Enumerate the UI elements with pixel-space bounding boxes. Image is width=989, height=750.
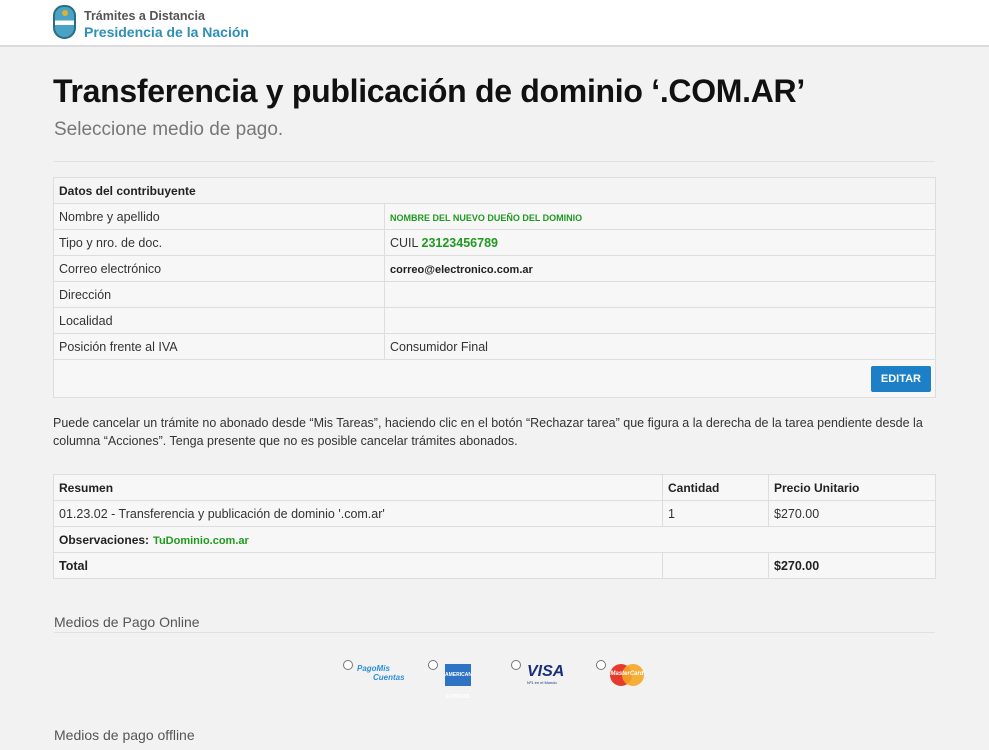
contribuyente-heading: Datos del contribuyente xyxy=(53,177,936,204)
table-row: Correo electrónico correo@electronico.co… xyxy=(53,255,936,282)
row-label: Dirección xyxy=(53,281,385,308)
row-label: Correo electrónico xyxy=(53,255,385,282)
col-header-precio: Precio Unitario xyxy=(768,474,936,501)
observaciones-value: TuDominio.com.ar xyxy=(153,534,249,547)
visa-logo[interactable]: VISA Nº1 en el Mundo xyxy=(527,664,564,686)
direccion-value xyxy=(384,281,936,308)
page-title: Transferencia y publicación de dominio ‘… xyxy=(53,73,805,109)
item-quantity: 1 xyxy=(662,500,769,527)
table-row: Posición frente al IVA Consumidor Final xyxy=(53,333,936,360)
table-row: Dirección xyxy=(53,281,936,308)
localidad-value xyxy=(384,307,936,334)
amex-radio[interactable] xyxy=(428,660,438,670)
divider xyxy=(54,161,935,162)
top-bar: Trámites a Distancia Presidencia de la N… xyxy=(0,0,989,47)
doc-type: CUIL xyxy=(390,235,419,250)
table-row: Tipo y nro. de doc. CUIL 23123456789 xyxy=(53,229,936,256)
col-header-resumen: Resumen xyxy=(53,474,663,501)
brand-line-1: Trámites a Distancia xyxy=(84,9,205,23)
row-value: correo@electronico.com.ar xyxy=(384,255,936,282)
email-value: correo@electronico.com.ar xyxy=(390,263,533,276)
table-row: Localidad xyxy=(53,307,936,334)
doc-number: 23123456789 xyxy=(421,235,498,250)
row-label: Posición frente al IVA xyxy=(53,333,385,360)
contribuyente-table: Datos del contribuyente Nombre y apellid… xyxy=(53,177,936,398)
brand-line-2[interactable]: Presidencia de la Nación xyxy=(84,24,249,40)
row-label: Nombre y apellido xyxy=(53,203,385,230)
visa-radio[interactable] xyxy=(511,660,521,670)
mastercard-logo[interactable]: MasterCard xyxy=(610,664,644,686)
item-description: 01.23.02 - Transferencia y publicación d… xyxy=(53,500,663,527)
row-value: CUIL 23123456789 xyxy=(384,229,936,256)
resumen-table: Resumen Cantidad Precio Unitario 01.23.0… xyxy=(53,474,936,579)
col-header-cantidad: Cantidad xyxy=(662,474,769,501)
payment-option-mastercard[interactable]: MasterCard xyxy=(596,660,644,690)
table-row: 01.23.02 - Transferencia y publicación d… xyxy=(53,500,936,527)
table-row: Total $270.00 xyxy=(53,552,936,579)
edit-button[interactable]: EDITAR xyxy=(870,365,931,392)
row-label: Tipo y nro. de doc. xyxy=(53,229,385,256)
iva-value: Consumidor Final xyxy=(384,333,936,360)
page-subtitle: Seleccione medio de pago. xyxy=(54,119,284,140)
offline-payment-label: Medios de pago offline xyxy=(54,727,195,743)
total-value: $270.00 xyxy=(768,552,936,579)
mastercard-radio[interactable] xyxy=(596,660,606,670)
amex-logo[interactable]: AMERICAN EXPRESS xyxy=(445,664,472,700)
observaciones-label: Observaciones: xyxy=(59,532,150,547)
online-payment-label: Medios de Pago Online xyxy=(54,614,200,630)
row-label: Localidad xyxy=(53,307,385,334)
table-row: Nombre y apellido NOMBRE DEL NUEVO DUEÑO… xyxy=(53,203,936,230)
table-row: Observaciones: TuDominio.com.ar xyxy=(53,526,936,553)
cancel-note: Puede cancelar un trámite no abonado des… xyxy=(53,416,923,448)
national-seal-icon xyxy=(53,5,76,39)
divider xyxy=(54,632,935,633)
total-label: Total xyxy=(53,552,663,579)
nombre-value: NOMBRE DEL NUEVO DUEÑO DEL DOMINIO xyxy=(390,212,583,223)
item-price: $270.00 xyxy=(768,500,936,527)
row-value: NOMBRE DEL NUEVO DUEÑO DEL DOMINIO xyxy=(384,203,936,230)
edit-row: EDITAR xyxy=(53,359,936,398)
pagomiscuentas-logo[interactable]: PagoMis Cuentas xyxy=(357,664,405,682)
pagomiscuentas-radio[interactable] xyxy=(343,660,353,670)
